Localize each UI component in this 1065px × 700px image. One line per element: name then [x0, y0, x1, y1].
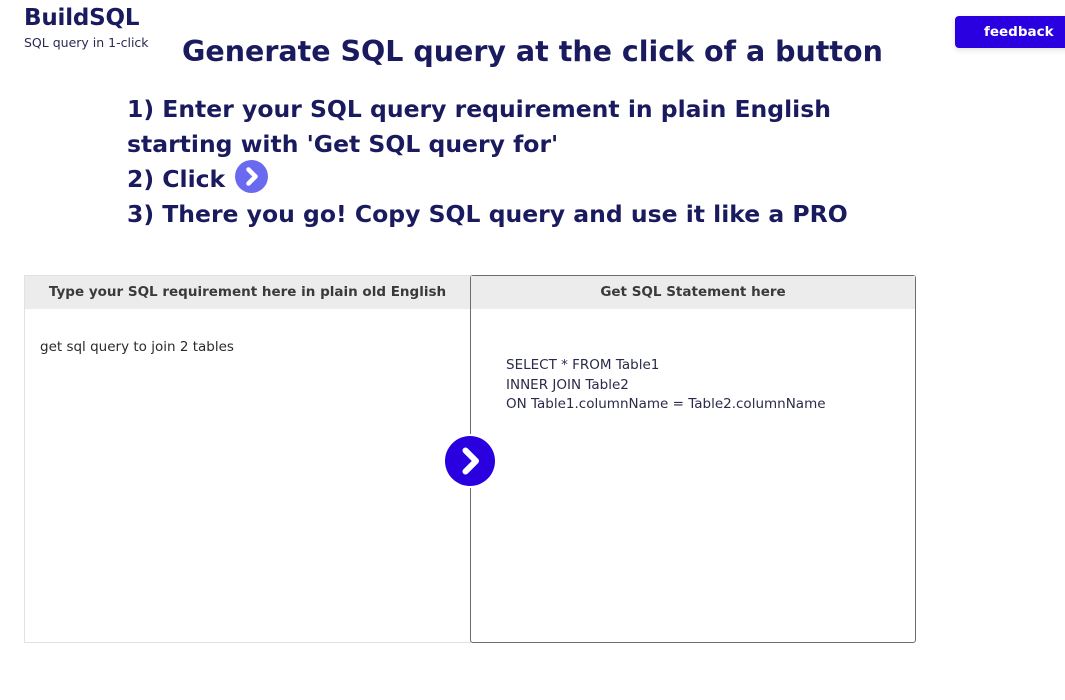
brand-tagline: SQL query in 1-click [24, 35, 149, 50]
instruction-step-3: 3) There you go! Copy SQL query and use … [127, 200, 848, 228]
input-panel-header: Type your SQL requirement here in plain … [25, 276, 470, 309]
page-headline: Generate SQL query at the click of a but… [182, 35, 883, 68]
output-panel-header: Get SQL Statement here [471, 276, 915, 309]
sql-requirement-input[interactable]: get sql query to join 2 tables [40, 338, 234, 356]
sql-output-line: SELECT * FROM Table1 [506, 357, 660, 373]
instruction-step-1-continued: starting with 'Get SQL query for' [127, 130, 559, 158]
instruction-step-2: 2) Click [127, 160, 848, 197]
chevron-right-icon [462, 447, 479, 475]
brand-name: BuildSQL [24, 5, 140, 31]
instruction-step-1: 1) Enter your SQL query requirement in p… [127, 95, 831, 123]
chevron-right-circle-icon [235, 160, 269, 193]
feedback-button[interactable]: feedback [955, 16, 1065, 48]
generate-sql-button[interactable] [445, 436, 495, 486]
brand: BuildSQL SQL query in 1-click [24, 4, 149, 52]
sql-output-text[interactable]: SELECT * FROM Table1 INNER JOIN Table2 O… [506, 356, 826, 415]
sql-output-line: ON Table1.columnName = Table2.columnName [506, 396, 826, 412]
input-panel: Type your SQL requirement here in plain … [24, 275, 471, 643]
output-panel: Get SQL Statement here SELECT * FROM Tab… [470, 275, 916, 643]
instructions: 1) Enter your SQL query requirement in p… [127, 92, 848, 232]
instruction-step-2-text: 2) Click [127, 165, 226, 193]
sql-output-line: INNER JOIN Table2 [506, 376, 629, 393]
